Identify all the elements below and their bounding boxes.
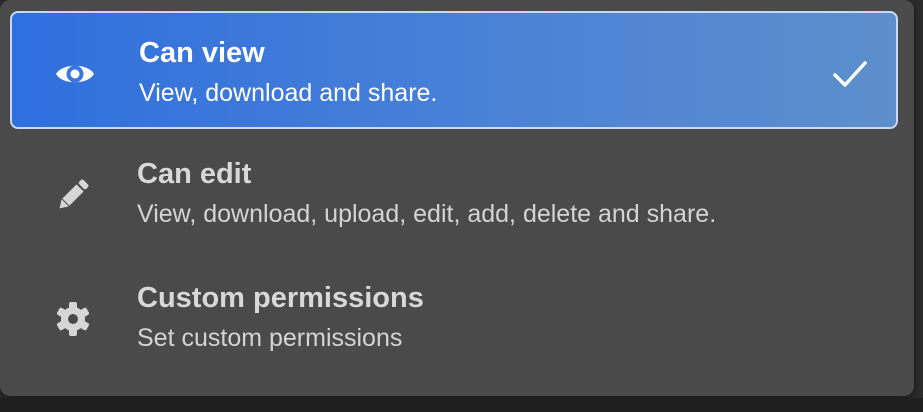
gear-icon [50, 302, 96, 336]
permission-option-can-edit[interactable]: Can edit View, download, upload, edit, a… [10, 134, 898, 252]
permission-menu: Can view View, download and share. Can e… [0, 0, 914, 396]
checkmark-icon [830, 57, 870, 91]
option-description: View, download and share. [139, 79, 438, 107]
permission-option-custom[interactable]: Custom permissions Set custom permission… [10, 258, 898, 376]
option-title: Can view [139, 37, 265, 69]
eye-icon [52, 57, 98, 91]
option-description: Set custom permissions [137, 324, 403, 352]
pencil-icon [50, 178, 96, 212]
option-title: Custom permissions [137, 282, 424, 314]
permission-option-can-view[interactable]: Can view View, download and share. [10, 11, 898, 129]
option-description: View, download, upload, edit, add, delet… [137, 200, 717, 228]
option-title: Can edit [137, 158, 252, 190]
background-strip [0, 398, 923, 412]
